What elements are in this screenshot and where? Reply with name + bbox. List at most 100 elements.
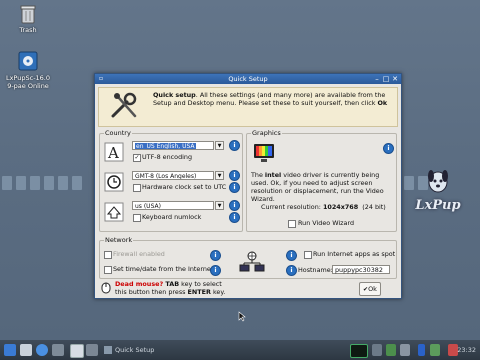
hostname-info-button[interactable]: i (286, 265, 297, 276)
tray-icon-1[interactable] (372, 344, 382, 356)
numlock-label: Keyboard numlock (142, 213, 202, 221)
mouse-pointer-icon (238, 311, 246, 322)
window-title: Quick Setup (228, 75, 268, 83)
file-manager-icon[interactable] (20, 344, 32, 356)
timezone-clock-icon (104, 172, 124, 192)
browser-icon[interactable] (36, 344, 48, 356)
timezone-select[interactable]: GMT-8 (Los Angeles) (132, 171, 214, 180)
utc-checkbox[interactable] (133, 184, 141, 192)
desktop-icon-lxpupsc-label-1: LxPupSc-16.0 (5, 74, 51, 82)
numlock-checkbox[interactable] (133, 214, 141, 222)
utf8-checkbox[interactable]: ✓ (133, 154, 141, 162)
lxpup-watermark-text: LxPup (415, 198, 461, 213)
show-desktop-icon[interactable] (52, 344, 64, 356)
window-titlebar[interactable]: ▫ Quick Setup – □ ✕ (95, 74, 401, 84)
enter-key: ENTER (187, 287, 211, 296)
window-menu-icon[interactable]: ▫ (97, 75, 105, 83)
cpu-monitor-icon (350, 344, 368, 358)
quick-setup-window: ▫ Quick Setup – □ ✕ Quick setup. All the… (94, 73, 402, 299)
timezone-value: GMT-8 (Los Angeles) (135, 173, 197, 180)
utc-info-button[interactable]: i (229, 182, 240, 193)
wallpaper-stripe-left (2, 176, 82, 190)
monitor-icon (254, 144, 274, 162)
ok-button-label: Ok (368, 285, 377, 293)
dead-mouse-text-2: this button then press (115, 287, 188, 296)
dead-mouse-text-3: key. (210, 287, 226, 296)
keyboard-select[interactable]: us (USA) (132, 201, 214, 210)
start-menu-icon[interactable] (4, 344, 16, 356)
intro-banner: Quick setup. All these settings (and man… (98, 87, 398, 127)
internet-time-label: Set time/date from the Internet (113, 265, 214, 273)
trash-icon (20, 5, 36, 24)
desktop-icon-lxpupsc[interactable]: LxPupSc-16.0 9-pae Online (2, 50, 54, 90)
hostname-label: Hostname: (298, 266, 333, 274)
workspace-1[interactable] (70, 344, 84, 358)
mouse-icon (101, 282, 111, 294)
desktop-icon-trash-label: Trash (19, 26, 37, 34)
taskbar: Quick Setup 23:32 (0, 340, 480, 360)
graphics-legend: Graphics (251, 129, 282, 137)
lxpup-watermark: LxPup (408, 168, 468, 213)
timezone-dropdown-button[interactable]: ▼ (215, 171, 224, 180)
run-as-spot-checkbox[interactable] (304, 251, 312, 259)
internet-time-checkbox[interactable] (104, 266, 112, 274)
locale-info-button[interactable]: i (229, 140, 240, 151)
ok-button[interactable]: ✔Ok (359, 282, 381, 296)
network-frame: Network Firewall enabled i Set time/date… (99, 236, 397, 279)
graphics-frame: Graphics i The intel video driver is cur… (246, 129, 397, 232)
taskbar-task-quick-setup[interactable]: Quick Setup (104, 343, 154, 357)
graphics-driver: intel (264, 171, 282, 179)
graphics-text-pre: The (251, 171, 265, 179)
clock[interactable]: 23:32 (457, 346, 476, 354)
locale-value: en_US English, USA (135, 143, 196, 150)
keyboard-info-button[interactable]: i (229, 200, 240, 211)
puppy-logo-icon (428, 170, 448, 193)
keyboard-icon (104, 202, 124, 222)
resolution-label: Current resolution: (261, 203, 323, 211)
locale-dropdown-button[interactable]: ▼ (215, 141, 224, 150)
run-as-spot-label: Run Internet apps as spot (313, 250, 396, 258)
workspace-2[interactable] (86, 344, 98, 356)
keyboard-dropdown-button[interactable]: ▼ (215, 201, 224, 210)
numlock-info-button[interactable]: i (229, 212, 240, 223)
desktop-icon-lxpupsc-label-2: 9-pae Online (7, 82, 49, 90)
tools-icon (111, 92, 137, 118)
run-as-spot-info-button[interactable]: i (286, 250, 297, 261)
keyboard-value: us (USA) (135, 203, 161, 210)
firewall-checkbox[interactable] (104, 251, 112, 259)
locale-icon: A (104, 142, 124, 162)
resolution-value: 1024x768 (322, 203, 359, 211)
graphics-info-button[interactable]: i (383, 143, 394, 154)
firewall-label: Firewall enabled (113, 250, 165, 258)
resolution-line: Current resolution: 1024x768 (24 bit) (261, 203, 386, 211)
country-frame: Country A en_US English, USA ▼ i ✓ UTF-8… (99, 129, 243, 232)
tray-icon-3[interactable] (430, 344, 440, 356)
video-wizard-label: Run Video Wizard (298, 219, 355, 227)
intro-text: Quick setup. All these settings (and man… (153, 91, 393, 107)
graphics-description: The intel video driver is currently bein… (251, 171, 391, 203)
battery-icon[interactable] (418, 344, 425, 356)
intro-bold: Quick setup (153, 91, 196, 99)
hostname-input[interactable]: puppypc30382 (332, 265, 390, 274)
firewall-info-button[interactable]: i (210, 250, 221, 261)
utf8-label: UTF-8 encoding (142, 153, 193, 161)
tray-icon-2[interactable] (386, 344, 396, 356)
desktop-icon-trash[interactable]: Trash (8, 4, 48, 34)
close-icon[interactable]: ✕ (391, 75, 399, 83)
dead-mouse-hint: Dead mouse? TAB key to select this butto… (115, 280, 226, 296)
network-tray-icon[interactable] (400, 344, 410, 356)
install-icon (18, 51, 38, 71)
internet-time-info-button[interactable]: i (210, 265, 221, 276)
locale-select[interactable]: en_US English, USA (132, 141, 214, 150)
network-legend: Network (104, 236, 134, 244)
utc-label: Hardware clock set to UTC (142, 183, 227, 191)
country-legend: Country (104, 129, 132, 137)
maximize-icon[interactable]: □ (382, 75, 390, 83)
task-app-icon (104, 346, 112, 354)
video-wizard-checkbox[interactable] (288, 220, 296, 228)
minimize-icon[interactable]: – (373, 75, 381, 83)
timezone-info-button[interactable]: i (229, 170, 240, 181)
svg-text:A: A (107, 144, 119, 162)
intro-ok-word: Ok (377, 99, 388, 107)
network-icon (239, 251, 265, 272)
